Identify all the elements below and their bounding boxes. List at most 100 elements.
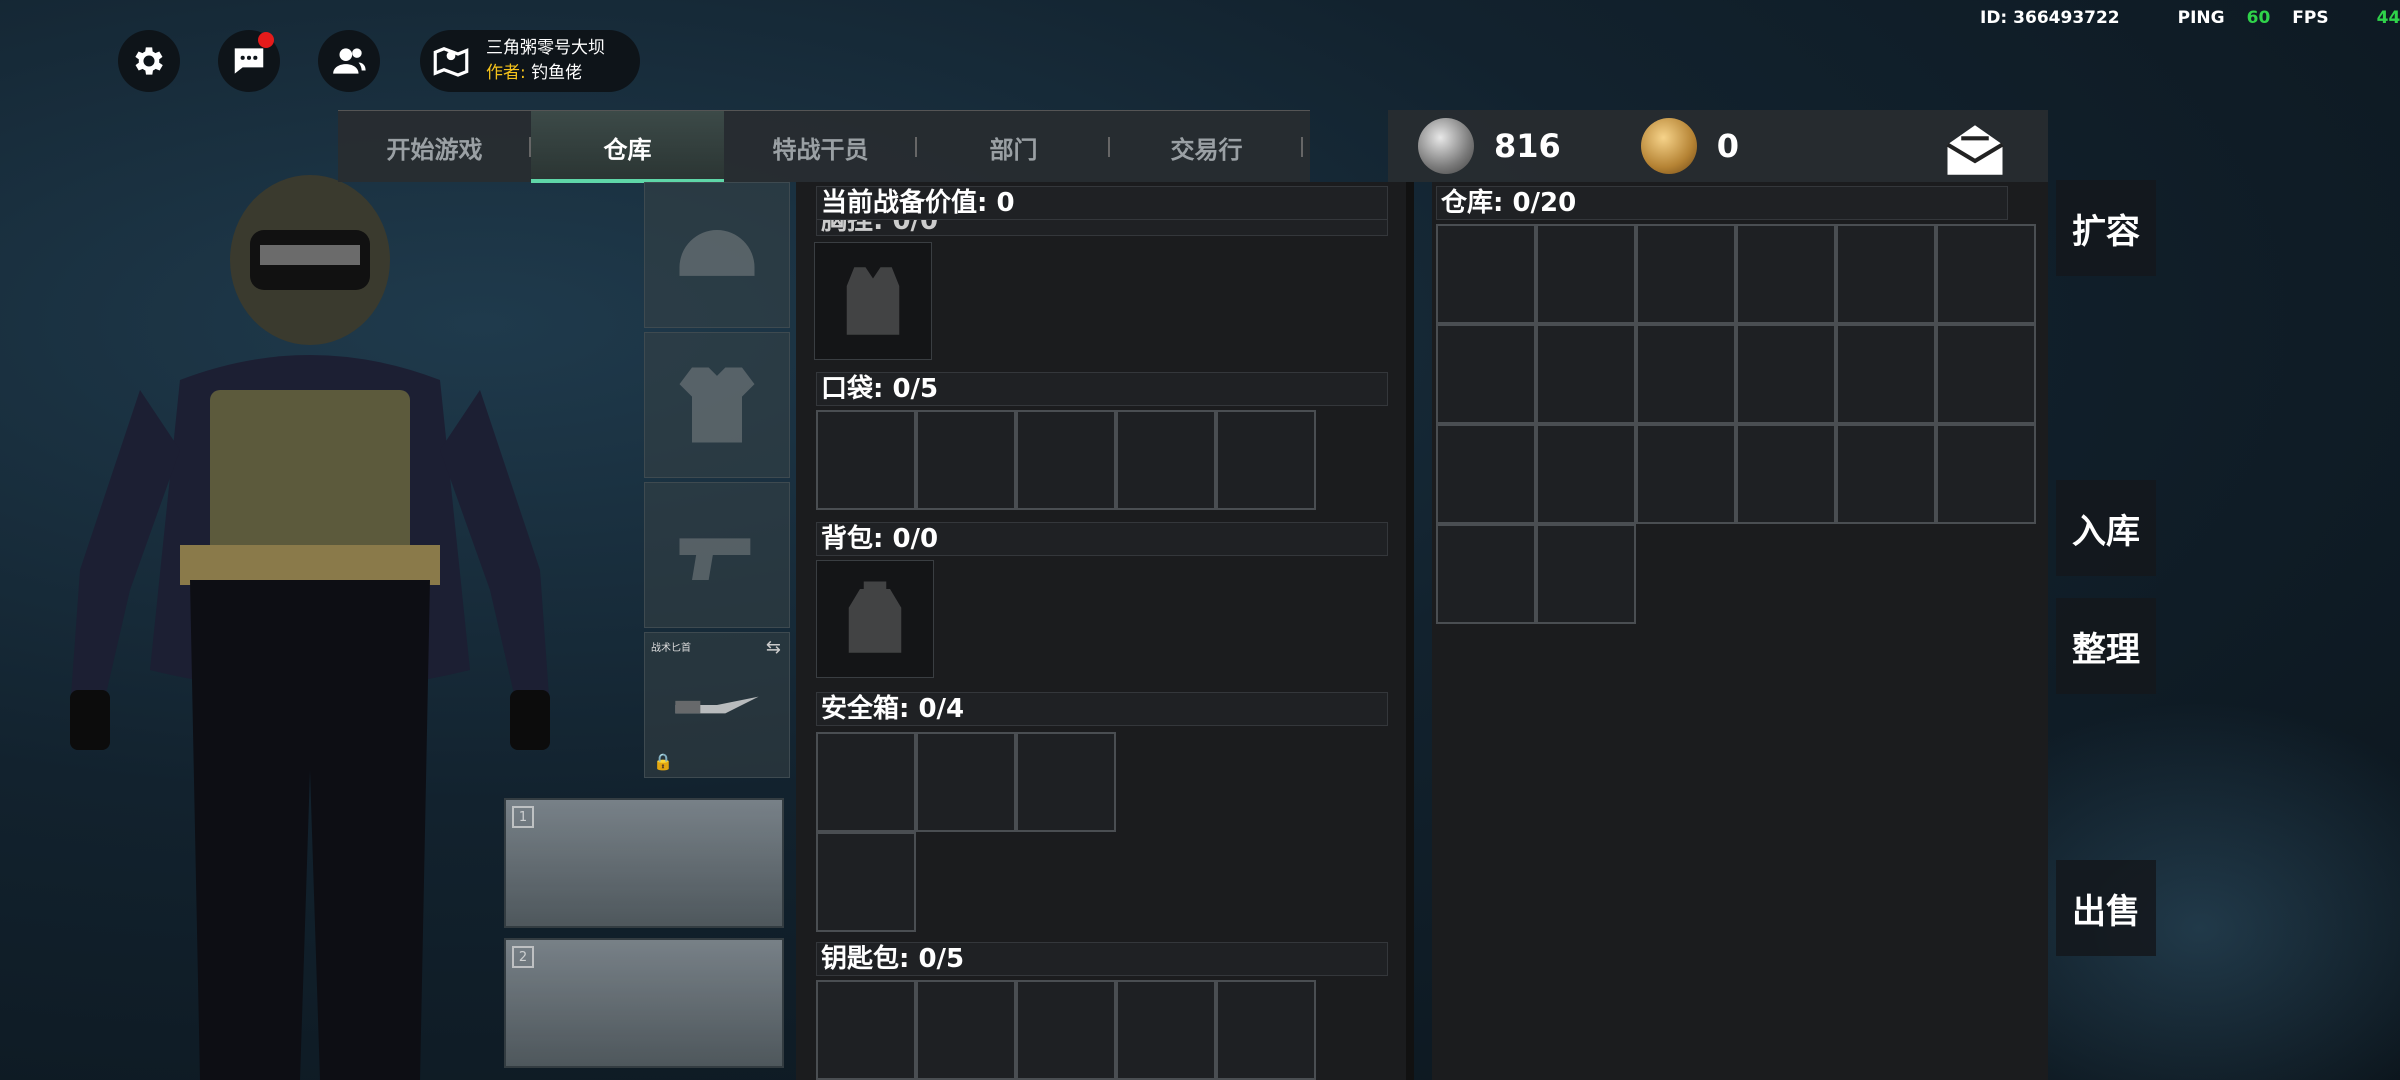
helmet-slot[interactable]: [644, 182, 790, 328]
warehouse-cell[interactable]: [1936, 224, 2036, 324]
lock-icon: 🔒: [653, 752, 673, 771]
warehouse-cell[interactable]: [1536, 324, 1636, 424]
warehouse-cell[interactable]: [1636, 424, 1736, 524]
warehouse-cell[interactable]: [1736, 424, 1836, 524]
keybag-cell[interactable]: [1016, 980, 1116, 1080]
pocket-header: 口袋: 0/5: [816, 372, 1388, 406]
vest-icon: [846, 267, 900, 335]
armor-slot[interactable]: [644, 332, 790, 478]
chat-button[interactable]: [218, 30, 280, 92]
warehouse-grid: [1436, 224, 2036, 624]
equipment-column: 战术匕首 ⇆ 🔒: [644, 182, 790, 782]
backpack-icon: [848, 581, 902, 653]
safebox-cell[interactable]: [1016, 732, 1116, 832]
warehouse-cell[interactable]: [1736, 324, 1836, 424]
status-bar: ID: 366493722 PING 60 FPS 44: [1980, 8, 2400, 28]
backpack-header: 背包: 0/0: [816, 522, 1388, 556]
safebox-header: 安全箱: 0/4: [816, 692, 1388, 726]
safebox-grid: [816, 732, 1116, 932]
safebox-cell[interactable]: [816, 732, 916, 832]
keybag-cell[interactable]: [816, 980, 916, 1080]
primary-weapon-slot-2[interactable]: 2: [504, 938, 784, 1068]
warehouse-cell[interactable]: [1536, 224, 1636, 324]
silver-value: 816: [1494, 127, 1561, 165]
gold-value: 0: [1716, 127, 1740, 165]
id-label: ID:: [1980, 8, 2008, 28]
warehouse-cell[interactable]: [1436, 424, 1536, 524]
sell-button[interactable]: 出售: [2056, 860, 2156, 956]
keybag-cell[interactable]: [1216, 980, 1316, 1080]
warehouse-header: 仓库: 0/20: [1436, 186, 2008, 220]
author-name: 钓鱼佬: [531, 63, 583, 83]
fps-value: 44: [2376, 8, 2400, 28]
notification-dot: [258, 32, 274, 48]
ping-value: 60: [2246, 8, 2271, 28]
tab-trade[interactable]: 交易行: [1110, 111, 1303, 183]
gear-icon: [135, 47, 163, 75]
warehouse-cell[interactable]: [1736, 224, 1836, 324]
tab-department[interactable]: 部门: [917, 111, 1110, 183]
mail-icon[interactable]: [1942, 122, 2008, 178]
warehouse-cell[interactable]: [1936, 324, 2036, 424]
swap-icon[interactable]: ⇆: [766, 637, 781, 658]
pocket-cell[interactable]: [1116, 410, 1216, 510]
pocket-cell[interactable]: [1016, 410, 1116, 510]
keybag-cell[interactable]: [916, 980, 1016, 1080]
keybag-header: 钥匙包: 0/5: [816, 942, 1388, 976]
tab-start-game[interactable]: 开始游戏: [338, 111, 531, 183]
friends-button[interactable]: [318, 30, 380, 92]
author-label: 作者:: [486, 63, 526, 83]
warehouse-cell[interactable]: [1636, 224, 1736, 324]
keybag-grid: [816, 980, 1316, 1080]
store-button[interactable]: 入库: [2056, 480, 2156, 576]
helmet-icon: [679, 230, 755, 276]
friends-icon: [333, 48, 366, 74]
ping-label: PING: [2177, 8, 2225, 28]
loadout-scrollbar[interactable]: [1406, 182, 1414, 1080]
id-value: 366493722: [2013, 8, 2120, 28]
safebox-cell[interactable]: [916, 732, 1016, 832]
pistol-slot[interactable]: [644, 482, 790, 628]
main-tab-bar: 开始游戏 仓库 特战干员 部门 交易行: [338, 110, 1310, 183]
vest-slot[interactable]: [814, 242, 932, 360]
keybag-cell[interactable]: [1116, 980, 1216, 1080]
warehouse-cell[interactable]: [1536, 524, 1636, 624]
backpack-slot[interactable]: [816, 560, 934, 678]
sort-button[interactable]: 整理: [2056, 598, 2156, 694]
pocket-cell[interactable]: [916, 410, 1016, 510]
knife-icon: [675, 696, 759, 714]
pocket-grid: [816, 410, 1316, 510]
fps-label: FPS: [2292, 8, 2329, 28]
warehouse-cell[interactable]: [1436, 224, 1536, 324]
pocket-cell[interactable]: [816, 410, 916, 510]
melee-label: 战术匕首: [651, 643, 691, 654]
warehouse-cell[interactable]: [1436, 324, 1536, 424]
map-info[interactable]: 三角粥零号大坝 作者: 钓鱼佬: [420, 30, 640, 92]
map-pin-icon: [433, 47, 469, 77]
warehouse-cell[interactable]: [1936, 424, 2036, 524]
chat-icon: [234, 48, 264, 74]
weapon-slot-number: 1: [512, 806, 534, 828]
warehouse-cell[interactable]: [1836, 224, 1936, 324]
loadout-value-header-overlay: 当前战备价值: 0: [816, 186, 1388, 220]
silver-coin-icon: [1418, 118, 1474, 174]
gold-coin-icon: [1640, 118, 1697, 174]
warehouse-cell[interactable]: [1836, 424, 1936, 524]
armor-icon: [679, 367, 755, 443]
tab-operators[interactable]: 特战干员: [724, 111, 917, 183]
warehouse-cell[interactable]: [1636, 324, 1736, 424]
pocket-cell[interactable]: [1216, 410, 1316, 510]
warehouse-cell[interactable]: [1536, 424, 1636, 524]
settings-button[interactable]: [118, 30, 180, 92]
currency-bar: 816 0: [1388, 110, 2048, 182]
primary-weapon-slot-1[interactable]: 1: [504, 798, 784, 928]
melee-slot[interactable]: 战术匕首 ⇆ 🔒: [644, 632, 790, 778]
map-name: 三角粥零号大坝: [486, 38, 605, 58]
safebox-cell[interactable]: [816, 832, 916, 932]
pistol-icon: [679, 538, 751, 580]
warehouse-cell[interactable]: [1436, 524, 1536, 624]
character-model: [70, 175, 550, 1080]
tab-warehouse[interactable]: 仓库: [531, 111, 724, 183]
expand-button[interactable]: 扩容: [2056, 180, 2156, 276]
warehouse-cell[interactable]: [1836, 324, 1936, 424]
